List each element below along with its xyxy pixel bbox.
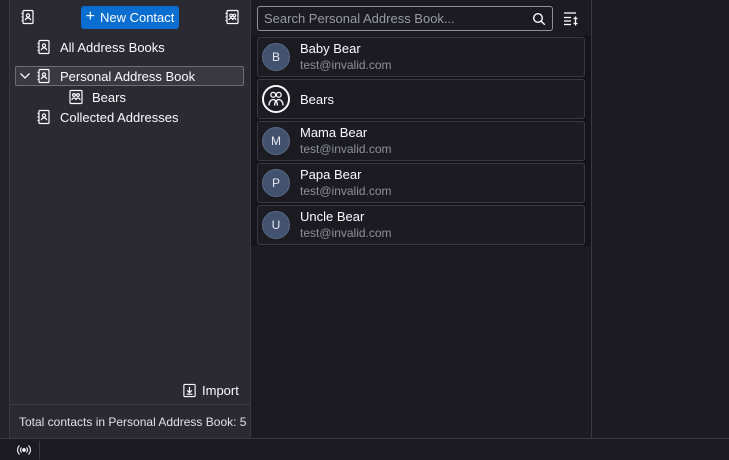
search-icon[interactable] [532, 12, 546, 26]
online-status-icon[interactable] [16, 442, 32, 458]
status-bar [0, 438, 729, 460]
avatar: M [262, 127, 290, 155]
spaces-strip [0, 0, 10, 438]
new-contact-button[interactable]: + New Contact [81, 6, 179, 29]
contact-email: test@invalid.com [300, 184, 392, 198]
contact-name: Papa Bear [300, 167, 362, 182]
address-book-icon [36, 39, 52, 55]
import-icon [182, 383, 197, 398]
contact-name: Uncle Bear [300, 209, 365, 224]
search-input[interactable] [264, 11, 532, 26]
new-contact-label: New Contact [99, 10, 175, 25]
avatar: B [262, 43, 290, 71]
group-avatar-icon [262, 85, 290, 113]
contact-card[interactable]: B Baby Bear test@invalid.com [257, 37, 585, 77]
contact-details-pane [592, 0, 729, 438]
book-item-bears[interactable]: Bears [68, 87, 126, 107]
book-item-label: All Address Books [60, 39, 165, 55]
import-button[interactable]: Import [182, 380, 239, 400]
address-book-icon [36, 109, 52, 125]
contacts-count-text: Total contacts in Personal Address Book:… [19, 414, 247, 429]
address-book-icon [36, 68, 52, 84]
address-book-app: + New Contact All Address Books Personal… [0, 0, 729, 460]
book-item-all[interactable]: All Address Books [36, 37, 165, 57]
search-box[interactable] [257, 6, 553, 31]
chevron-down-icon[interactable] [19, 70, 31, 82]
contact-name: Baby Bear [300, 41, 361, 56]
avatar: P [262, 169, 290, 197]
contact-email: test@invalid.com [300, 58, 392, 72]
avatar: U [262, 211, 290, 239]
contact-card-list[interactable]: Bears [257, 79, 585, 119]
list-icon [68, 89, 84, 105]
contact-card[interactable]: M Mama Bear test@invalid.com [257, 121, 585, 161]
book-item-label: Personal Address Book [60, 68, 196, 84]
book-item-label: Bears [92, 89, 126, 105]
import-label: Import [202, 382, 239, 398]
plus-icon: + [85, 8, 95, 25]
address-book-sidebar: + New Contact All Address Books Personal… [10, 0, 251, 438]
contact-email: test@invalid.com [300, 226, 392, 240]
contact-card[interactable]: P Papa Bear test@invalid.com [257, 163, 585, 203]
contacts-list-pane: B Baby Bear test@invalid.com Bears [251, 0, 592, 438]
contact-name: Mama Bear [300, 125, 368, 140]
contact-card[interactable]: U Uncle Bear test@invalid.com [257, 205, 585, 245]
book-item-personal[interactable]: Personal Address Book [15, 66, 244, 86]
status-divider [39, 441, 40, 459]
book-item-label: Collected Addresses [60, 109, 179, 125]
contact-email: test@invalid.com [300, 142, 392, 156]
contacts-count-footer: Total contacts in Personal Address Book:… [10, 404, 250, 438]
address-book-menu-icon[interactable] [18, 7, 38, 27]
book-item-collected[interactable]: Collected Addresses [36, 107, 179, 127]
list-options-icon[interactable] [562, 10, 580, 28]
contact-name: Bears [300, 91, 334, 107]
new-list-icon[interactable] [222, 7, 242, 27]
